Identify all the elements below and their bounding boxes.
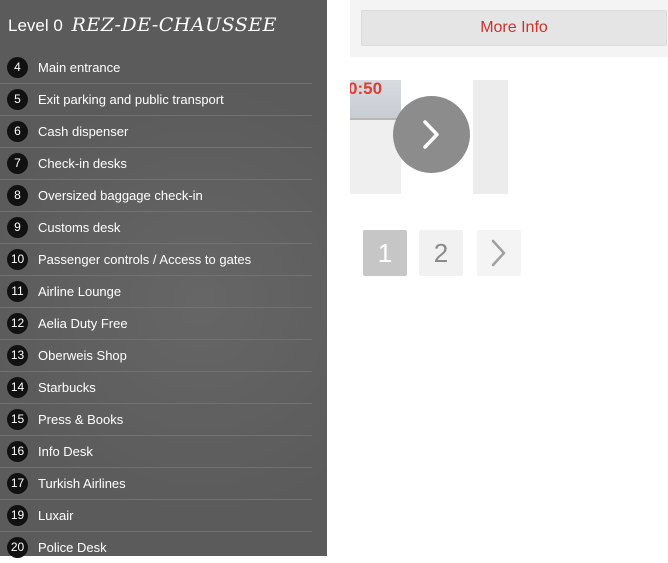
legend-item-label: Aelia Duty Free bbox=[38, 316, 128, 331]
legend-number-badge: 13 bbox=[7, 345, 28, 366]
legend-number-badge: 8 bbox=[7, 185, 28, 206]
pager-next-button[interactable] bbox=[477, 230, 521, 276]
legend-item[interactable]: 7 Check-in desks bbox=[0, 148, 312, 180]
legend-item[interactable]: 15 Press & Books bbox=[0, 404, 312, 436]
legend-item-label: Exit parking and public transport bbox=[38, 92, 224, 107]
chevron-right-icon bbox=[423, 120, 439, 149]
legend-item[interactable]: 19 Luxair bbox=[0, 500, 312, 532]
legend-number-badge: 14 bbox=[7, 377, 28, 398]
legend-item-label: Turkish Airlines bbox=[38, 476, 126, 491]
chevron-right-icon bbox=[491, 239, 506, 267]
legend-item[interactable]: 8 Oversized baggage check-in bbox=[0, 180, 312, 212]
level-title: Level 0 REZ-DE-CHAUSSEE bbox=[8, 10, 277, 40]
legend-item-label: Oversized baggage check-in bbox=[38, 188, 203, 203]
legend-item-label: Passenger controls / Access to gates bbox=[38, 252, 252, 267]
legend-number-badge: 17 bbox=[7, 473, 28, 494]
legend-item-label: Starbucks bbox=[38, 380, 96, 395]
legend-number-badge: 20 bbox=[7, 537, 28, 558]
legend-number-badge: 7 bbox=[7, 153, 28, 174]
level-label: Level 0 bbox=[8, 16, 63, 35]
legend-item[interactable]: 9 Customs desk bbox=[0, 212, 312, 244]
page-2-button[interactable]: 2 bbox=[419, 230, 463, 276]
legend-item[interactable]: 13 Oberweis Shop bbox=[0, 340, 312, 372]
legend-number-badge: 15 bbox=[7, 409, 28, 430]
legend-list: 4 Main entrance 5 Exit parking and public t… bbox=[0, 52, 312, 563]
legend-item-label: Police Desk bbox=[38, 540, 107, 555]
legend-item-label: Press & Books bbox=[38, 412, 124, 427]
legend-item[interactable]: 20 Police Desk bbox=[0, 532, 312, 563]
floor-legend-panel: Level 0 REZ-DE-CHAUSSEE 4 Main entrance 5 E… bbox=[0, 0, 327, 558]
level-name: REZ-DE-CHAUSSEE bbox=[71, 14, 278, 36]
legend-item-label: Info Desk bbox=[38, 444, 93, 459]
legend-number-badge: 5 bbox=[7, 89, 28, 110]
legend-item-label: Cash dispenser bbox=[38, 124, 129, 139]
carousel-next-button[interactable] bbox=[393, 96, 470, 173]
legend-item[interactable]: 12 Aelia Duty Free bbox=[0, 308, 312, 340]
legend-number-badge: 9 bbox=[7, 217, 28, 238]
legend-number-badge: 11 bbox=[7, 281, 28, 302]
legend-number-badge: 6 bbox=[7, 121, 28, 142]
legend-item[interactable]: 6 Cash dispenser bbox=[0, 116, 312, 148]
page-1-button[interactable]: 1 bbox=[363, 230, 407, 276]
legend-item[interactable]: 11 Airline Lounge bbox=[0, 276, 312, 308]
legend-item-label: Customs desk bbox=[38, 220, 121, 235]
carousel-thumbnail-2[interactable] bbox=[473, 80, 508, 194]
more-info-button[interactable]: More Info bbox=[361, 10, 667, 46]
legend-number-badge: 4 bbox=[7, 57, 28, 78]
legend-item[interactable]: 4 Main entrance bbox=[0, 52, 312, 84]
legend-number-badge: 19 bbox=[7, 505, 28, 526]
legend-item[interactable]: 14 Starbucks bbox=[0, 372, 312, 404]
thumbnail-time-text: 0:50 bbox=[350, 80, 383, 98]
legend-number-badge: 16 bbox=[7, 441, 28, 462]
legend-item-label: Luxair bbox=[38, 508, 74, 523]
legend-item[interactable]: 16 Info Desk bbox=[0, 436, 312, 468]
legend-item[interactable]: 10 Passenger controls / Access to gates bbox=[0, 244, 312, 276]
legend-item[interactable]: 17 Turkish Airlines bbox=[0, 468, 312, 500]
legend-item-label: Main entrance bbox=[38, 60, 121, 75]
legend-number-badge: 10 bbox=[7, 249, 28, 270]
legend-number-badge: 12 bbox=[7, 313, 28, 334]
legend-item-label: Airline Lounge bbox=[38, 284, 122, 299]
legend-item-label: Oberweis Shop bbox=[38, 348, 127, 363]
legend-item[interactable]: 5 Exit parking and public transport bbox=[0, 84, 312, 116]
legend-item-label: Check-in desks bbox=[38, 156, 127, 171]
